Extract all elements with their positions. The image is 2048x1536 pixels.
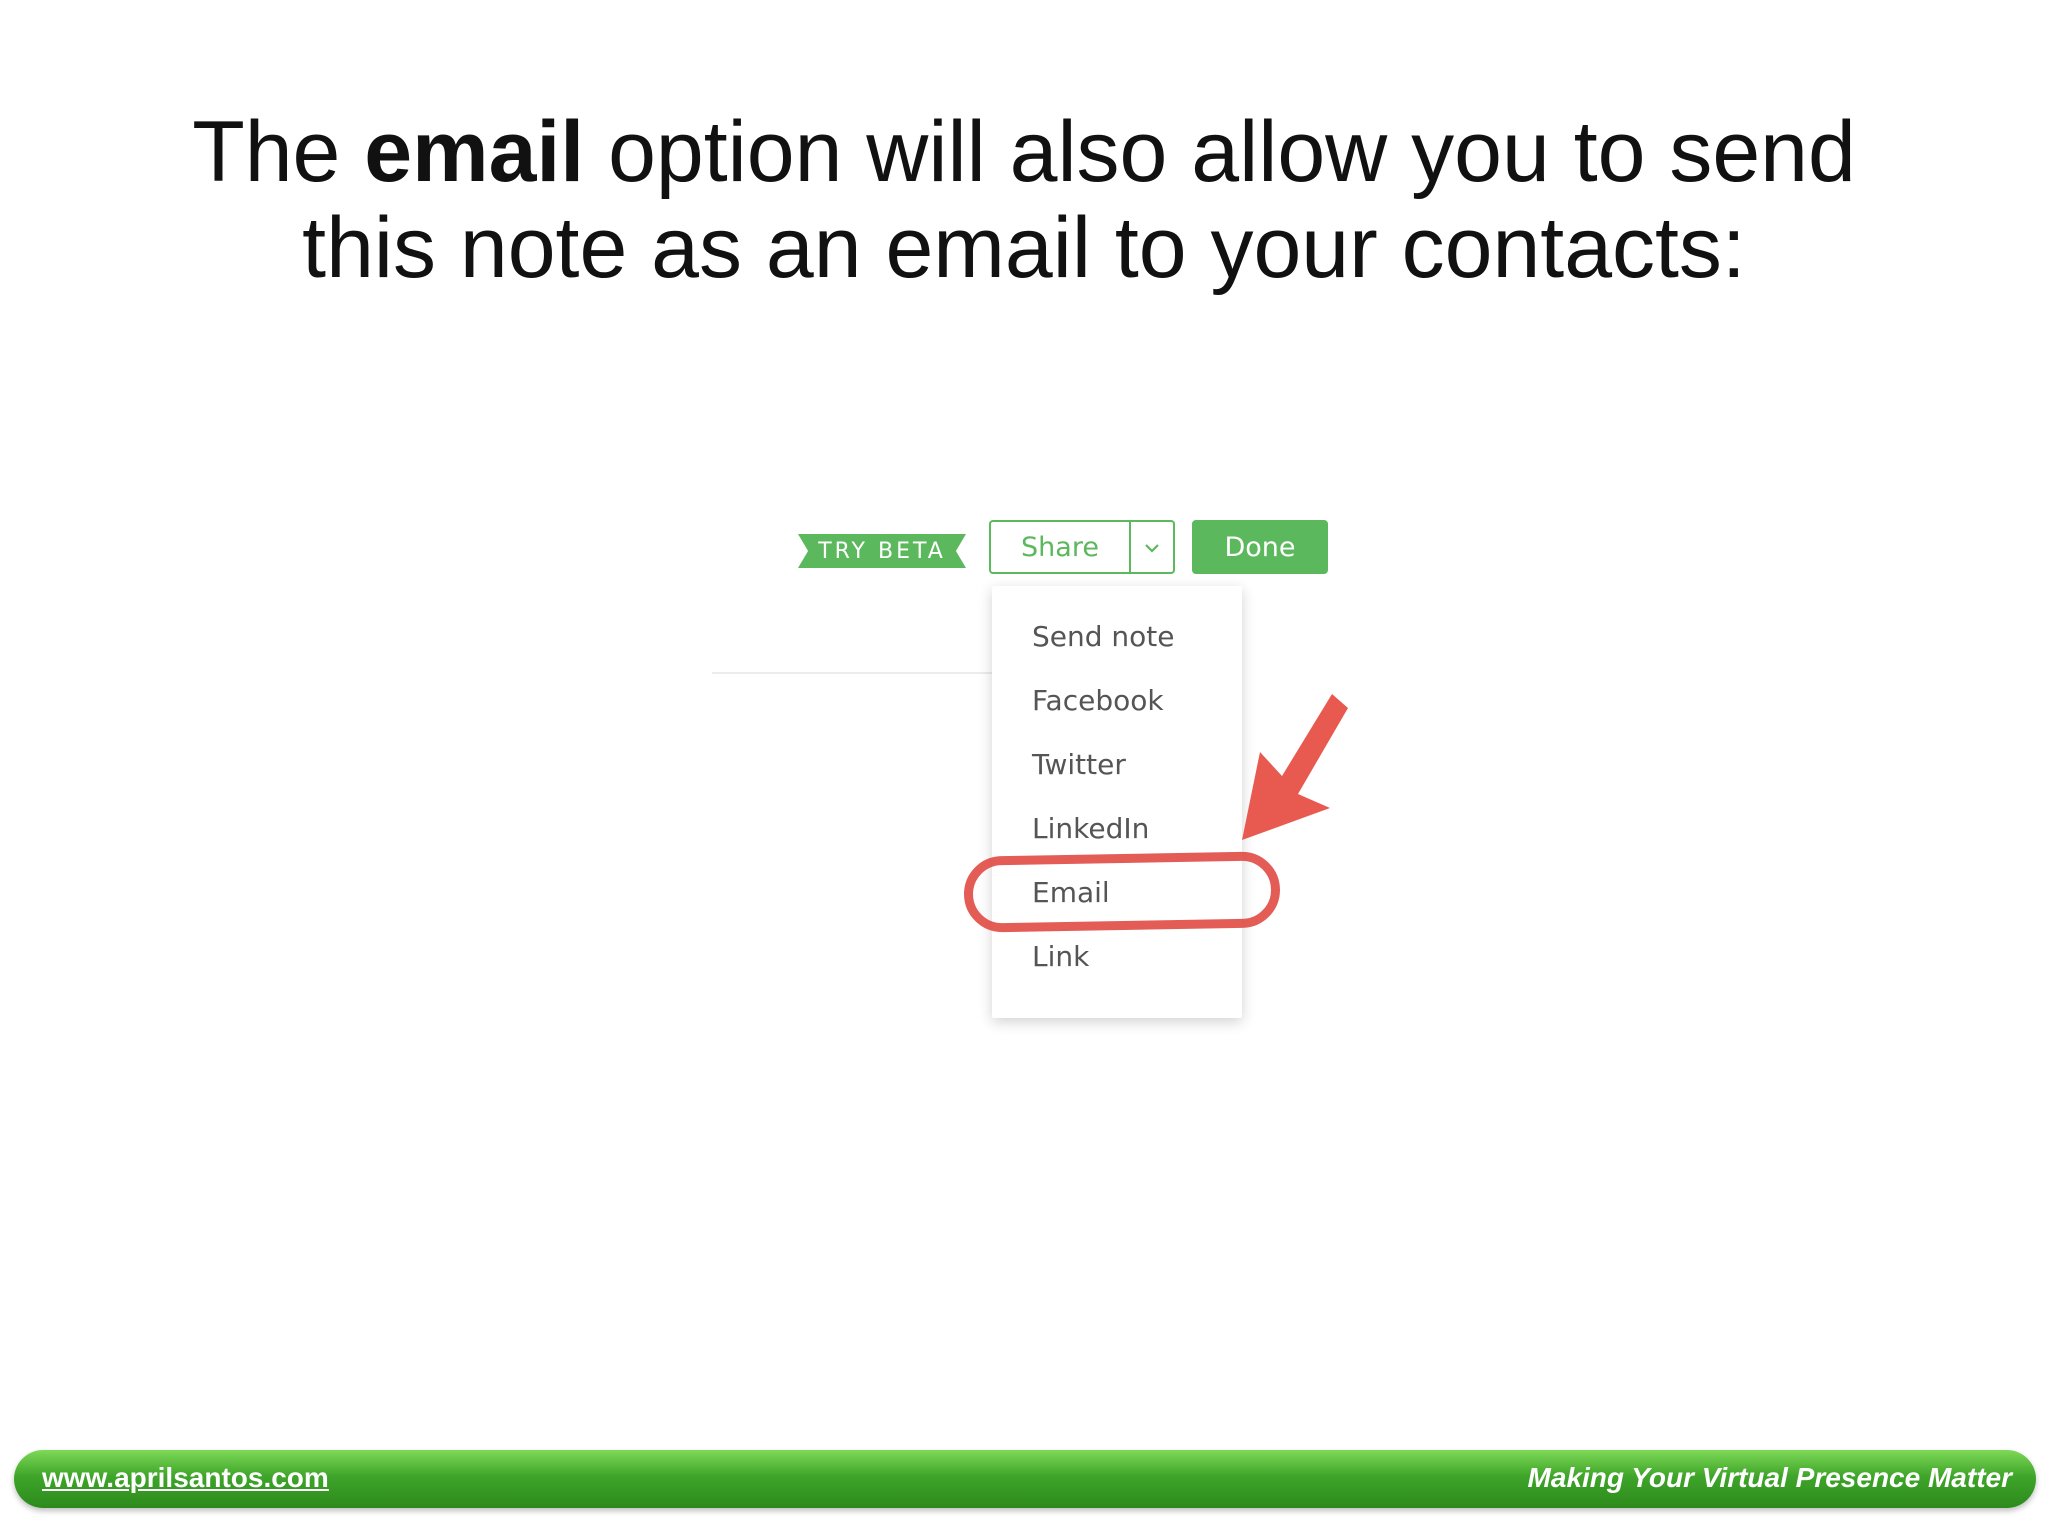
title-text-part2: option will also allow you to send: [584, 104, 1856, 200]
email-highlight-circle: [963, 851, 1281, 933]
title-emphasis: email: [364, 104, 585, 200]
share-button-group: Share: [989, 520, 1175, 574]
menu-item-facebook[interactable]: Facebook: [1032, 684, 1164, 717]
slide-title: The email option will also allow you to …: [0, 104, 2048, 296]
try-beta-badge[interactable]: TRY BETA: [798, 534, 966, 568]
done-button[interactable]: Done: [1192, 520, 1328, 574]
title-text-line2: this note as an email to your contacts:: [302, 200, 1746, 296]
note-divider: [712, 672, 994, 674]
footer-bar: www.aprilsantos.com Making Your Virtual …: [14, 1450, 2036, 1508]
share-dropdown-toggle[interactable]: [1131, 522, 1173, 572]
footer-tagline: Making Your Virtual Presence Matter: [1527, 1462, 2012, 1493]
red-arrow-icon: [1242, 694, 1348, 840]
title-text-part1: The: [192, 104, 365, 200]
share-button[interactable]: Share: [991, 522, 1131, 572]
menu-item-twitter[interactable]: Twitter: [1032, 748, 1126, 781]
menu-item-send-note[interactable]: Send note: [1032, 620, 1175, 653]
menu-item-link[interactable]: Link: [1032, 940, 1089, 973]
menu-item-linkedin[interactable]: LinkedIn: [1032, 812, 1149, 845]
chevron-down-icon: [1144, 536, 1160, 559]
share-menu: Send note Facebook Twitter LinkedIn Emai…: [992, 586, 1242, 1018]
website-link[interactable]: www.aprilsantos.com: [42, 1462, 329, 1494]
